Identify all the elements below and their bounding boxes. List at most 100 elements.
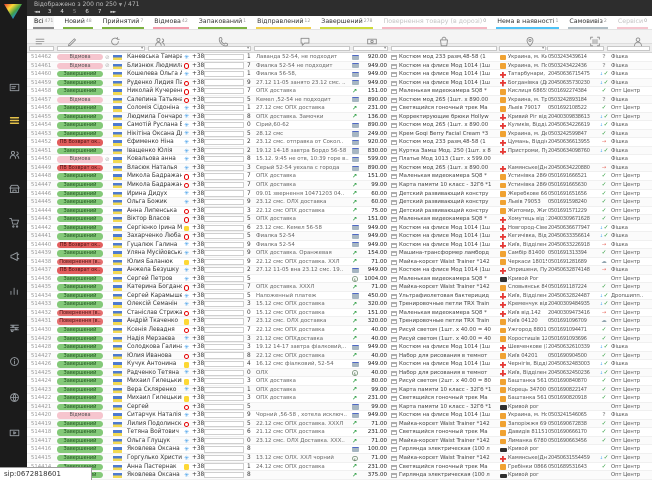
chevron-down-icon[interactable]: ▾	[141, 46, 143, 52]
tab-завершений[interactable]: Завершений278	[320, 16, 373, 29]
sidebar-item-clients[interactable]	[7, 147, 21, 161]
table-row[interactable]: 514417 Завершений ⊘ Ольга Глущук ✳ +38 0…	[27, 437, 652, 446]
table-row[interactable]: 514462 Відмова ⊘ Каневська Тамара .. ✳ +…	[27, 53, 652, 62]
status-pencil-icon[interactable]	[67, 32, 78, 51]
sidebar-item-info[interactable]	[7, 354, 21, 368]
table-row[interactable]: 514424 Завершений ⊘ Михаил Гилецький +38…	[27, 377, 652, 386]
table-row[interactable]: 514437 ПВ Возврат ок.. ⊘ Анжела Безушку …	[27, 266, 652, 275]
table-row[interactable]: 514416 Завершений ⊘ Яковлева Оксана ✳ +3…	[27, 445, 652, 454]
page-3[interactable]: 3	[48, 9, 52, 16]
tab-сервіси[interactable]: Сервіси0	[617, 16, 648, 29]
tab-самовивіз[interactable]: Самовивіз2	[568, 16, 607, 29]
sidebar-item-globe[interactable]	[7, 390, 21, 404]
tab-повернення-товару-в-дорозі-[interactable]: Повернення товару (в дорозі)0	[382, 16, 487, 29]
table-row[interactable]: 514433 Завершений ⊘ Олексій Семанін ✳ +3…	[27, 300, 652, 309]
filter-input[interactable]	[607, 46, 650, 52]
tab-відправлений[interactable]: Відправлений12	[256, 16, 311, 29]
table-row[interactable]: 514430 Завершений ⊘ Ксенія Левадня +38 7…	[27, 326, 652, 335]
table-row[interactable]: 514419 Завершений ⊘ Лилия Подолинская +3…	[27, 420, 652, 429]
table-row[interactable]: 514440 ПВ Возврат ок.. ⊘ Гуцалюк Галина …	[27, 241, 652, 250]
tab-відмова[interactable]: Відмова42	[153, 16, 188, 29]
comment-icon[interactable]	[300, 32, 311, 51]
table-row[interactable]: 514418 Завершений ⊘ Тетяна Войтович ✳ +3…	[27, 428, 652, 437]
table-row[interactable]: 514429 Завершений ⊘ Надія Мерзаєва ✳ +38…	[27, 335, 652, 344]
table-row[interactable]: 514442 Завершений ⊘ Сергієнко Ірина Ми..…	[27, 224, 652, 233]
phone-icon[interactable]	[218, 32, 229, 51]
clients-icon[interactable]	[155, 32, 166, 51]
sidebar-item-sliders[interactable]	[7, 320, 21, 334]
pager-first-icon[interactable]: ◄◄	[34, 9, 39, 16]
chevron-down-icon[interactable]: ▾	[247, 46, 249, 52]
tab-прийнятий[interactable]: Прийнятий7	[102, 16, 145, 29]
table-row[interactable]: 514454 Завершений ⊘ Самотій Руслана Во..…	[27, 121, 652, 130]
sidebar-item-dashboard[interactable]	[7, 80, 21, 94]
sidebar-item-video[interactable]	[7, 425, 21, 439]
app-logo-icon[interactable]	[4, 4, 22, 19]
sidebar-item-megaphone[interactable]	[7, 249, 21, 263]
table-row[interactable]: 514448 Завершений ⊘ Микола Бадражан +38 …	[27, 172, 652, 181]
table-row[interactable]: 514434 Завершений ⊘ Сергей Карамышев ✳ +…	[27, 292, 652, 301]
table-row[interactable]: 514431 Повернення (в.. ⊘ Андрій Ткаченко…	[27, 317, 652, 326]
table-row[interactable]: 514414 Завершений ⊘ Анна Пастернак +38 1…	[27, 463, 652, 472]
ttn-number: 0501690904500	[548, 352, 598, 360]
page-5[interactable]: 5	[73, 9, 77, 16]
table-row[interactable]: 514449 ПВ Возврат ок.. ⊘ Власюк Наталья …	[27, 164, 652, 173]
table-row[interactable]: 514435 Завершений ⊘ Катерина Богданова +…	[27, 283, 652, 292]
table-row[interactable]: 514456 Завершений ⊘ Соломія Сідоніна ✳ +…	[27, 104, 652, 113]
page-7[interactable]: 7	[98, 9, 102, 16]
filter-input[interactable]	[499, 46, 546, 52]
table-row[interactable]: 514445 Завершений ⊘ Ольга Божик ✳ +38 9 …	[27, 198, 652, 207]
sidebar-item-store[interactable]	[7, 181, 21, 195]
table-row[interactable]: 514436 Завершений ⊘ Сергей Петров ✳ +38 …	[27, 275, 652, 284]
table-row[interactable]: 514453 Завершений ⊘ Нікітіна Оксана Дми.…	[27, 130, 652, 139]
table-row[interactable]: 514447 Завершений ⊘ Микола Бадражан +38 …	[27, 181, 652, 190]
orders-list-icon[interactable]	[35, 32, 46, 51]
table-row[interactable]: 514438 Повернення (в.. ⊘ Юлия Баланюк +3…	[27, 258, 652, 267]
table-row[interactable]: 514415 Завершений ⊘ Горгулько Христина..…	[27, 454, 652, 463]
ttn-icon[interactable]	[590, 32, 601, 51]
tab-запакований[interactable]: Запакований1	[198, 16, 247, 29]
refresh-icon[interactable]	[110, 32, 121, 51]
sidebar-item-orders[interactable]	[7, 113, 21, 127]
address-icon[interactable]	[525, 32, 536, 51]
table-row[interactable]: 514455 Завершений ⊘ Людмила Гончарова ✳ …	[27, 113, 652, 122]
table-row[interactable]: 514457 Відмова ⊘ Салепина Татьяна С.. +3…	[27, 96, 652, 105]
page-6[interactable]: 6	[85, 9, 89, 16]
table-row[interactable]: 514459 Завершений ⊘ Руденко Лидия Пав.. …	[27, 79, 652, 88]
table-row[interactable]: 514432 Повернення (в.. ⊘ Станіслав Стриж…	[27, 309, 652, 318]
sidebar-item-stats[interactable]	[7, 283, 21, 297]
tab-нема-в-наявності[interactable]: Нема в наявності1	[496, 16, 559, 29]
payment-icon[interactable]	[367, 32, 378, 51]
table-row[interactable]: 514441 Завершений ⊘ Захарченко Люба +38 …	[27, 232, 652, 241]
table-row[interactable]: 514451 Завершений ⊘ Іващенко Юлія ✳ +38 …	[27, 147, 652, 156]
table-row[interactable]: 514420 Відмова ⊘ Ситарчук Наталія Гр.. ✳…	[27, 411, 652, 420]
chevron-down-icon[interactable]: ▾	[384, 46, 386, 52]
table-row[interactable]: 514425 Завершений ⊘ Радченко Тетяна ✳ +3…	[27, 369, 652, 378]
table-row[interactable]: 514421 Завершений ⊘ Сергей +38 5 99.00 К…	[27, 403, 652, 412]
pager-last-icon[interactable]: ►►	[110, 9, 115, 16]
table-row[interactable]: 514458 Завершений ⊘ Николай Кучеренко +3…	[27, 87, 652, 96]
table-row[interactable]: 514428 Завершений ⊘ Солодкова Галина В..…	[27, 343, 652, 352]
table-row[interactable]: 514423 Завершений ⊘ Вера Скляренко ✳ +38…	[27, 386, 652, 395]
chevron-down-icon[interactable]: ▼	[119, 3, 122, 8]
table-row[interactable]: 514446 Завершений ⊘ Ирина Дидух ✳ +38 7 …	[27, 190, 652, 199]
table-row[interactable]: 514422 Завершений ⊘ Михаил Гилецький +38…	[27, 394, 652, 403]
table-row[interactable]: 514452 ПВ Возврат ок.. ⊘ Єфименко Ніна ✳…	[27, 138, 652, 147]
table-row[interactable]: 514439 Завершений ⊘ Уляна Мусійовська ✳ …	[27, 249, 652, 258]
table-row[interactable]: 514413 Завершений ⊘ Яковлева Оксана ✳ +3…	[27, 471, 652, 480]
chevron-down-icon[interactable]: ▾	[542, 46, 544, 52]
tab-новий[interactable]: Новий48	[63, 16, 92, 29]
table-row[interactable]: 514450 Відмова ⊘ Ковальова анна ✳ +38 8 …	[27, 155, 652, 164]
page-4[interactable]: 4	[60, 9, 64, 16]
table-row[interactable]: 514427 Завершений ⊘ Юлия Иванова +38 8 2…	[27, 352, 652, 361]
table-row[interactable]: 514444 Завершений ⊘ Анна Липенська +38 3…	[27, 207, 652, 216]
table-row[interactable]: 514460 Завершений ⊘ Кошелева Ольга Ар.. …	[27, 70, 652, 79]
sidebar-item-cart[interactable]	[7, 215, 21, 229]
manager-icon[interactable]	[633, 32, 644, 51]
table-row[interactable]: 514443 Завершений ⊘ Віктор Власов +38 5 …	[27, 215, 652, 224]
tab-всі[interactable]: Всі471	[33, 16, 54, 29]
table-row[interactable]: 514461 Відмова ⊘ Близнюк Людмила .. +38 …	[27, 62, 652, 71]
showing-range[interactable]: Відображено з 200 по 250 ▼ / 471	[34, 1, 140, 8]
product-icon[interactable]	[439, 32, 450, 51]
table-row[interactable]: 514426 Завершений ⊘ Кучук Антонина +38 4…	[27, 360, 652, 369]
